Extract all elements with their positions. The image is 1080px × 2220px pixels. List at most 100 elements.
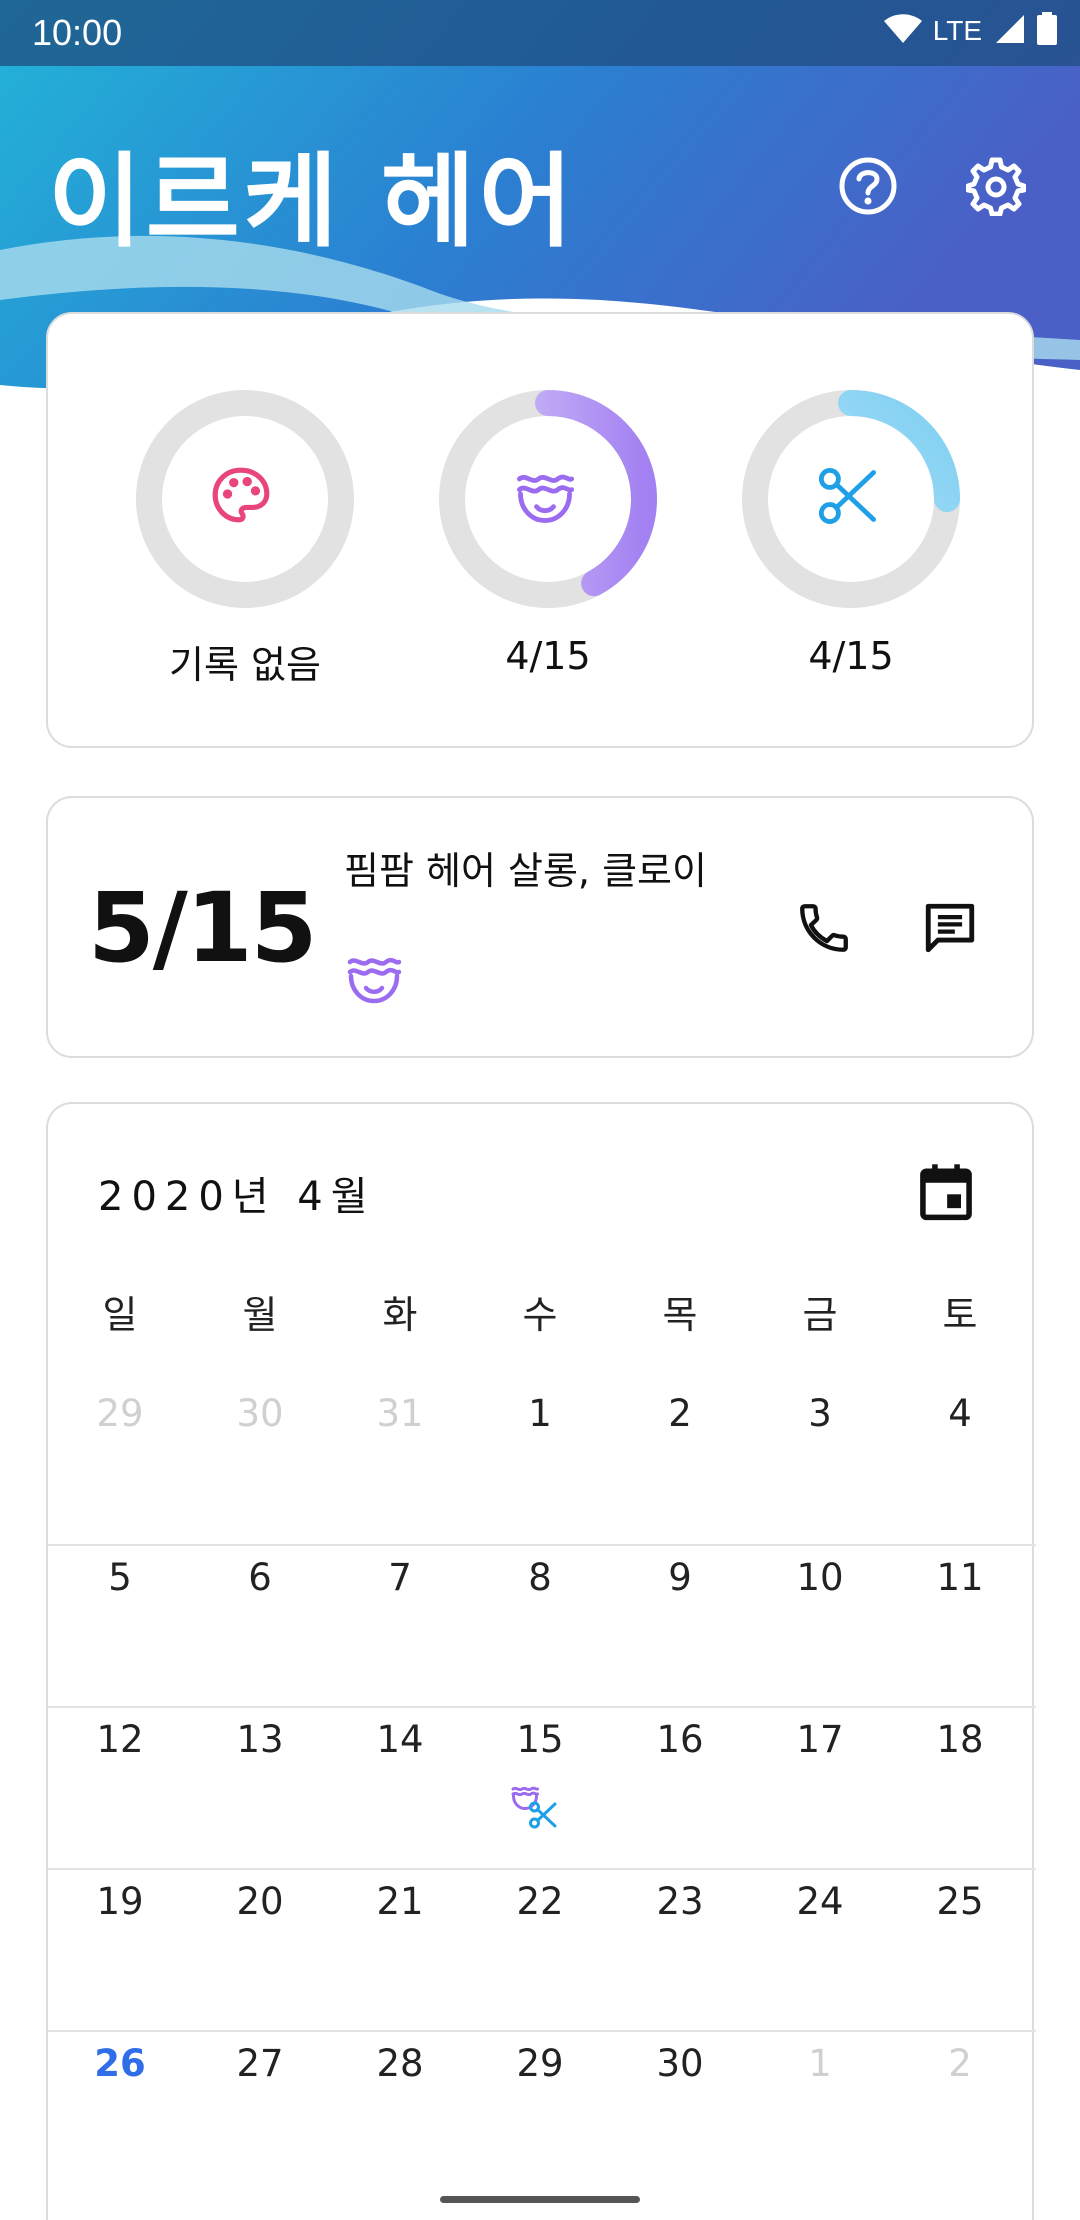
calendar-icon [918, 1162, 974, 1226]
progress-ring [736, 384, 966, 614]
calendar-day[interactable]: 6 [190, 1546, 330, 1706]
calendar-day[interactable]: 20 [190, 1870, 330, 2030]
calendar-day[interactable]: 4 [890, 1382, 1030, 1544]
weekday-label: 월 [242, 1293, 278, 1337]
day-number: 29 [516, 2042, 564, 2085]
cut-label: 4/15 [808, 634, 894, 678]
perm-summary[interactable]: 4/15 [433, 384, 663, 684]
next-appointment-card[interactable]: 5/15 핌팜 헤어 살롱, 클로이 [46, 796, 1034, 1058]
day-number: 7 [388, 1556, 412, 1599]
day-number: 30 [236, 1392, 284, 1435]
calendar-day[interactable]: 10 [750, 1546, 890, 1706]
day-number: 12 [96, 1718, 144, 1761]
status-time: 10:00 [32, 12, 123, 53]
calendar-day[interactable]: 1 [470, 1382, 610, 1544]
day-number: 6 [248, 1556, 272, 1599]
calendar-week-row: 19 20 21 22 23 24 25 [48, 1868, 1036, 2030]
day-number: 17 [796, 1718, 844, 1761]
perm-label: 4/15 [505, 634, 591, 678]
day-number: 4 [948, 1392, 972, 1435]
calendar-week-row: 26 27 28 29 30 1 2 [48, 2030, 1036, 2192]
calendar-day[interactable]: 17 [750, 1708, 890, 1868]
day-number: 18 [936, 1718, 984, 1761]
calendar-day[interactable]: 16 [610, 1708, 750, 1868]
call-button[interactable] [788, 894, 860, 966]
calendar-day[interactable]: 22 [470, 1870, 610, 2030]
day-number: 26 [94, 2042, 146, 2085]
calendar-day[interactable]: 2 [610, 1382, 750, 1544]
calendar-day[interactable]: 8 [470, 1546, 610, 1706]
calendar-day[interactable]: 30 [190, 1382, 330, 1544]
calendar-day[interactable]: 28 [330, 2032, 470, 2192]
calendar-week-row: 29 30 31 1 2 3 4 [48, 1382, 1036, 1544]
weekday-label: 목 [662, 1293, 698, 1337]
calendar-picker-button[interactable] [908, 1156, 984, 1232]
battery-icon [1036, 12, 1058, 50]
calendar-day[interactable]: 29 [470, 2032, 610, 2192]
calendar-day[interactable]: 13 [190, 1708, 330, 1868]
cut-summary[interactable]: 4/15 [736, 384, 966, 684]
message-icon [921, 899, 979, 961]
day-number: 30 [656, 2042, 704, 2085]
message-button[interactable] [914, 894, 986, 966]
network-type: LTE [932, 15, 982, 46]
calendar-day[interactable]: 29 [50, 1382, 190, 1544]
calendar-day[interactable]: 7 [330, 1546, 470, 1706]
calendar-day[interactable]: 5 [50, 1546, 190, 1706]
day-number: 20 [236, 1880, 284, 1923]
calendar-day[interactable]: 18 [890, 1708, 1030, 1868]
calendar-day[interactable]: 11 [890, 1546, 1030, 1706]
gesture-nav-bar[interactable] [440, 2196, 640, 2203]
dye-summary[interactable]: 기록 없음 [130, 384, 360, 687]
day-number: 2 [948, 2042, 972, 2085]
day-number: 1 [808, 2042, 832, 2085]
day-number: 9 [668, 1556, 692, 1599]
phone-icon [795, 899, 853, 961]
progress-ring [433, 384, 663, 614]
day-number: 29 [96, 1392, 144, 1435]
calendar-day[interactable]: 27 [190, 2032, 330, 2192]
calendar-day[interactable]: 9 [610, 1546, 750, 1706]
weekday-header: 일 월 화 수 목 금 토 [48, 1284, 1036, 1344]
day-number: 21 [376, 1880, 424, 1923]
calendar-day[interactable]: 23 [610, 1870, 750, 2030]
calendar-day[interactable]: 15 [470, 1708, 610, 1868]
calendar-day-today[interactable]: 26 [50, 2032, 190, 2192]
wifi-icon [883, 13, 923, 49]
help-button[interactable] [830, 150, 906, 226]
status-bar: 10:00 LTE [0, 0, 1080, 66]
day-number: 10 [796, 1556, 844, 1599]
calendar-day[interactable]: 24 [750, 1870, 890, 2030]
calendar-day[interactable]: 3 [750, 1382, 890, 1544]
day-number: 2 [668, 1392, 692, 1435]
calendar-day[interactable]: 2 [890, 2032, 1030, 2192]
calendar-day[interactable]: 30 [610, 2032, 750, 2192]
calendar-week-row: 12 13 14 15 16 17 18 [48, 1706, 1036, 1868]
perm-face-icon [344, 948, 404, 1008]
day-number: 3 [808, 1392, 832, 1435]
calendar-day[interactable]: 19 [50, 1870, 190, 2030]
calendar-month-title: 2020년 4월 [98, 1174, 376, 1220]
weekday-label: 토 [942, 1293, 978, 1337]
calendar-day[interactable]: 14 [330, 1708, 470, 1868]
gear-icon [965, 156, 1027, 220]
weekday-label: 금 [802, 1293, 838, 1337]
summary-card: 기록 없음 4/15 4/15 [46, 312, 1034, 748]
day-number: 1 [528, 1392, 552, 1435]
day-number: 16 [656, 1718, 704, 1761]
calendar-day[interactable]: 21 [330, 1870, 470, 2030]
day-number: 23 [656, 1880, 704, 1923]
day-number: 31 [376, 1392, 424, 1435]
calendar-day[interactable]: 1 [750, 2032, 890, 2192]
settings-button[interactable] [958, 150, 1034, 226]
calendar-day[interactable]: 25 [890, 1870, 1030, 2030]
help-icon [838, 156, 898, 220]
signal-icon [992, 13, 1026, 49]
calendar-day[interactable]: 31 [330, 1382, 470, 1544]
weekday-label: 수 [522, 1293, 558, 1337]
perm-face-icon [513, 464, 583, 534]
day-number: 14 [376, 1718, 424, 1761]
calendar-day[interactable]: 12 [50, 1708, 190, 1868]
salon-name: 핌팜 헤어 살롱, 클로이 [344, 849, 707, 893]
day-number: 27 [236, 2042, 284, 2085]
